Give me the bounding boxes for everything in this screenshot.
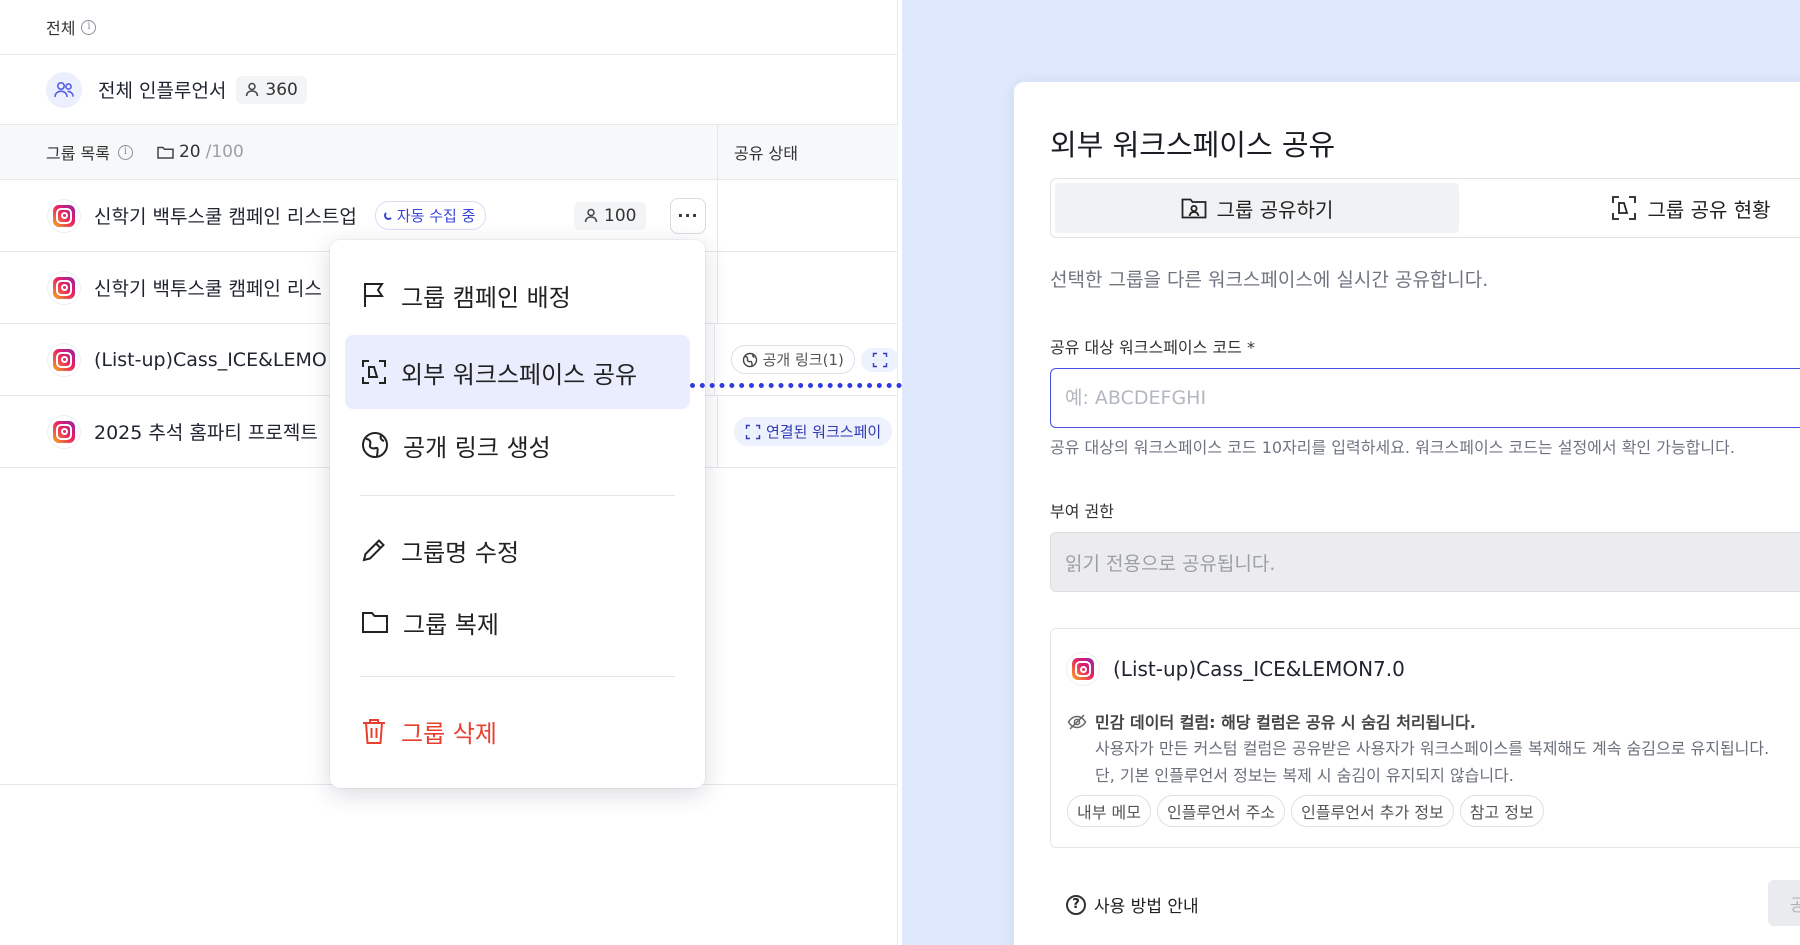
share-frame-icon xyxy=(1612,196,1637,220)
person-icon xyxy=(246,82,259,97)
globe-icon xyxy=(742,352,757,367)
member-count: 100 xyxy=(604,205,637,226)
sensitive-data-notice: 민감 데이터 컬럼: 해당 컬럼은 공유 시 숨김 처리됩니다. 사용자가 만든… xyxy=(1067,709,1769,789)
usage-guide-link[interactable]: ? 사용 방법 안내 xyxy=(1066,892,1199,917)
share-frame-icon xyxy=(872,352,888,367)
share-status-cell xyxy=(718,180,734,251)
hidden-column-tag: 인플루언서 주소 xyxy=(1156,795,1286,827)
group-name[interactable]: (List-up)Cass_ICE&LEMO xyxy=(94,349,327,371)
folder-person-icon xyxy=(1181,198,1207,219)
instagram-icon xyxy=(1067,653,1099,685)
menu-item-public-link[interactable]: 공개 링크 생성 xyxy=(345,408,690,482)
info-icon[interactable]: i xyxy=(117,144,133,160)
modal-description: 선택한 그룹을 다른 워크스페이스에 실시간 공유합니다. xyxy=(1050,269,1489,291)
permission-field: 읽기 전용으로 공유됩니다. xyxy=(1050,532,1800,592)
group-name[interactable]: 신학기 백투스쿨 캠페인 리스트업 xyxy=(94,202,357,229)
influencer-count-badge: 360 xyxy=(236,75,307,104)
selected-group-name: (List-up)Cass_ICE&LEMON7.0 xyxy=(1113,657,1405,681)
hidden-column-tag: 참고 정보 xyxy=(1459,795,1544,827)
warning-title: 민감 데이터 컬럼: 해당 컬럼은 공유 시 숨김 처리됩니다. xyxy=(1095,713,1476,732)
hidden-column-tag: 내부 메모 xyxy=(1067,795,1151,827)
selected-group-card: (List-up)Cass_ICE&LEMON7.0 민감 데이터 컬럼: 해당… xyxy=(1050,628,1800,848)
info-icon[interactable]: i xyxy=(81,19,97,35)
instagram-icon xyxy=(48,343,80,376)
all-influencers-row[interactable]: 전체 인플루언서 360 xyxy=(0,55,897,125)
tab-label: 그룹 공유하기 xyxy=(1216,197,1334,222)
folder-count-value: 20 xyxy=(178,142,201,162)
menu-item-label: 그룹명 수정 xyxy=(401,538,520,567)
spinner-icon xyxy=(383,211,393,220)
header-title: 전체 xyxy=(46,19,76,38)
instagram-icon xyxy=(48,271,80,304)
group-name[interactable]: 2025 추석 홈파티 프로젝트 xyxy=(94,418,318,445)
instagram-icon xyxy=(48,199,80,232)
linked-workspace-label: 연결된 워크스페이 xyxy=(766,423,882,441)
tab-label: 그룹 공유 현황 xyxy=(1647,197,1771,222)
flag-icon xyxy=(364,283,384,307)
external-share-modal: 외부 워크스페이스 공유 그룹 공유하기 그룹 공유 현황 선택한 그룹을 다른… xyxy=(1014,82,1800,945)
menu-divider xyxy=(360,495,675,496)
linked-workspace-badge[interactable]: 연결된 워크스페이 xyxy=(734,417,893,446)
question-icon: ? xyxy=(1066,894,1086,915)
share-frame-icon xyxy=(745,424,761,439)
share-frame-icon xyxy=(362,360,386,384)
instagram-icon xyxy=(48,415,80,448)
workspace-code-input[interactable] xyxy=(1050,368,1800,428)
globe-icon xyxy=(362,432,388,458)
menu-item-label: 그룹 복제 xyxy=(403,610,499,639)
menu-item-rename[interactable]: 그룹명 수정 xyxy=(345,513,690,587)
auto-collect-badge: 자동 수집 중 xyxy=(374,201,487,230)
menu-item-label: 그룹 캠페인 배정 xyxy=(401,283,571,312)
usage-guide-label: 사용 방법 안내 xyxy=(1094,897,1199,917)
eye-off-icon xyxy=(1067,714,1087,730)
share-status-cell xyxy=(718,252,734,323)
group-name[interactable]: 신학기 백투스쿨 캠페인 리스 xyxy=(94,274,322,301)
modal-title: 외부 워크스페이스 공유 xyxy=(1050,128,1336,162)
modal-tabs: 그룹 공유하기 그룹 공유 현황 xyxy=(1050,178,1800,238)
all-influencers-label: 전체 인플루언서 xyxy=(98,80,227,102)
menu-item-delete[interactable]: 그룹 삭제 xyxy=(345,694,690,768)
workspace-code-hint: 공유 대상의 워크스페이스 코드 10자리를 입력하세요. 워크스페이스 코드는… xyxy=(1050,438,1735,457)
group-list-label: 그룹 목록 xyxy=(46,144,110,163)
folder-count-max: /100 xyxy=(205,142,244,162)
menu-divider xyxy=(360,676,675,677)
pencil-icon xyxy=(362,539,385,562)
menu-item-label: 공개 링크 생성 xyxy=(403,433,551,462)
permission-label: 부여 권한 xyxy=(1050,502,1114,521)
public-link-badge[interactable]: 공개 링크(1) xyxy=(730,345,855,374)
group-list-header: 그룹 목록 i 20/100 xyxy=(0,125,718,179)
auto-collect-label: 자동 수집 중 xyxy=(396,207,476,225)
hidden-columns-list: 내부 메모 인플루언서 주소 인플루언서 추가 정보 참고 정보 xyxy=(1067,795,1544,827)
member-count-badge: 100 xyxy=(574,201,647,230)
share-status-cell: 연결된 워크스페이 xyxy=(718,396,893,467)
selected-group-header: (List-up)Cass_ICE&LEMON7.0 xyxy=(1067,653,1405,685)
workspace-share-badge[interactable] xyxy=(860,347,898,372)
folder-icon xyxy=(157,146,174,159)
menu-item-label: 그룹 삭제 xyxy=(401,719,497,748)
menu-item-external-share[interactable]: 외부 워크스페이스 공유 xyxy=(345,335,690,409)
menu-item-assign-campaign[interactable]: 그룹 캠페인 배정 xyxy=(345,258,690,332)
hidden-column-tag: 인플루언서 추가 정보 xyxy=(1291,795,1454,827)
folder-icon xyxy=(362,612,388,633)
folder-count: 20/100 xyxy=(157,142,244,162)
group-context-menu: 그룹 캠페인 배정 외부 워크스페이스 공유 공개 링크 생성 그룹명 수정 그… xyxy=(330,240,705,788)
tab-share-status[interactable]: 그룹 공유 현황 xyxy=(1571,183,1800,233)
warning-line: 사용자가 만든 커스텀 컬럼은 공유받은 사용자가 워크스페이스를 복제해도 계… xyxy=(1095,739,1770,758)
menu-item-label: 외부 워크스페이스 공유 xyxy=(401,360,638,389)
influencer-count: 360 xyxy=(265,79,298,100)
menu-item-duplicate[interactable]: 그룹 복제 xyxy=(345,585,690,659)
share-status-header: 공유 상태 xyxy=(734,144,798,163)
tab-share-group[interactable]: 그룹 공유하기 xyxy=(1055,183,1459,233)
people-group-icon xyxy=(46,71,82,108)
trash-icon xyxy=(363,719,385,744)
more-options-button[interactable]: ··· xyxy=(670,197,706,234)
workspace-code-label: 공유 대상 워크스페이스 코드 * xyxy=(1050,338,1255,357)
share-submit-button[interactable]: 공 xyxy=(1768,880,1800,926)
header-row: 전체 i xyxy=(0,0,897,55)
public-link-label: 공개 링크(1) xyxy=(762,351,844,369)
table-header: 그룹 목록 i 20/100 공유 상태 xyxy=(0,125,898,180)
warning-line: 단, 기본 인플루언서 정보는 복제 시 숨김이 유지되지 않습니다. xyxy=(1095,766,1514,785)
person-icon xyxy=(584,208,598,223)
